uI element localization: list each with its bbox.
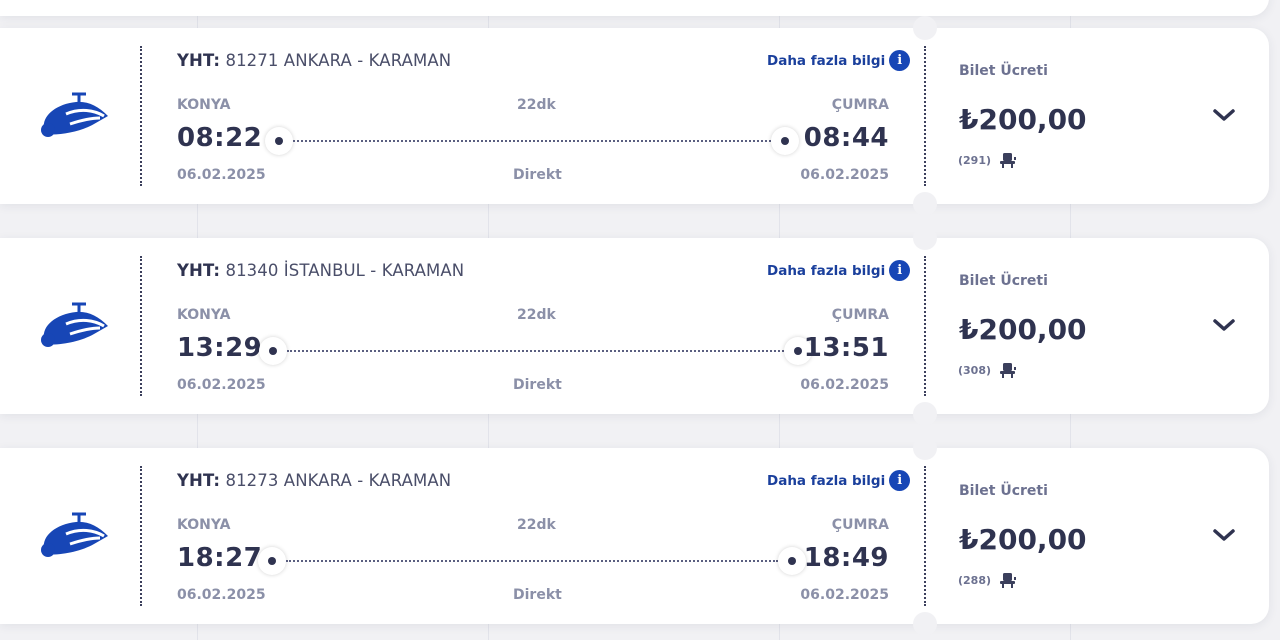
seat-icon <box>1000 153 1017 168</box>
departure-date: 06.02.2025 <box>177 377 266 393</box>
connection-type: Direkt <box>513 167 562 183</box>
trip-duration: 22dk <box>517 97 556 113</box>
high-speed-train-icon <box>41 92 108 137</box>
route-line <box>258 547 806 575</box>
connection-type: Direkt <box>513 587 562 603</box>
card-divider-right <box>924 256 926 396</box>
arrival-time: 13:51 <box>803 333 889 363</box>
trip-card[interactable]: YHT: 81273 ANKARA - KARAMAN Daha fazla b… <box>0 436 1269 636</box>
departure-station: KONYA <box>177 97 231 113</box>
trip-card[interactable]: YHT: 81271 ANKARA - KARAMAN Daha fazla b… <box>0 16 1269 216</box>
seat-count: (308) <box>958 363 992 377</box>
departure-stop-marker <box>259 337 287 365</box>
high-speed-train-icon <box>41 302 108 347</box>
trip-duration: 22dk <box>517 517 556 533</box>
ticket-notch <box>913 612 937 636</box>
chevron-down-icon[interactable] <box>1212 106 1236 124</box>
card-divider-right <box>924 466 926 606</box>
ticket-price: ₺200,00 <box>959 523 1087 556</box>
card-divider-right <box>924 46 926 186</box>
arrival-date: 06.02.2025 <box>800 587 889 603</box>
seat-count: (291) <box>958 153 992 167</box>
seat-icon <box>1000 573 1017 588</box>
arrival-date: 06.02.2025 <box>800 377 889 393</box>
arrival-station: ÇUMRA <box>831 97 889 113</box>
departure-date: 06.02.2025 <box>177 167 266 183</box>
arrival-time: 08:44 <box>803 123 889 153</box>
departure-time: 13:29 <box>177 333 263 363</box>
more-info-link[interactable]: Daha fazla bilgi i <box>767 50 911 71</box>
more-info-link[interactable]: Daha fazla bilgi i <box>767 260 911 281</box>
train-route-title: YHT: 81271 ANKARA - KARAMAN <box>177 51 452 70</box>
ticket-notch <box>913 16 937 40</box>
departure-station: KONYA <box>177 307 231 323</box>
previous-card-edge <box>0 0 1269 16</box>
departure-date: 06.02.2025 <box>177 587 266 603</box>
route-line <box>259 337 812 365</box>
info-icon[interactable]: i <box>889 50 911 71</box>
ticket-notch <box>913 436 937 460</box>
info-icon[interactable]: i <box>889 260 911 281</box>
high-speed-train-icon <box>41 512 108 557</box>
fare-label: Bilet Ücreti <box>959 63 1048 79</box>
ticket-price: ₺200,00 <box>959 313 1087 346</box>
arrival-time: 18:49 <box>803 543 889 573</box>
card-divider-left <box>140 466 142 606</box>
ticket-price: ₺200,00 <box>959 103 1087 136</box>
more-info-link[interactable]: Daha fazla bilgi i <box>767 470 911 491</box>
arrival-stop-marker <box>778 547 806 575</box>
fare-label: Bilet Ücreti <box>959 273 1048 289</box>
available-seats: (308) <box>958 362 1017 378</box>
connection-type: Direkt <box>513 377 562 393</box>
trip-duration: 22dk <box>517 307 556 323</box>
chevron-down-icon[interactable] <box>1212 316 1236 334</box>
arrival-date: 06.02.2025 <box>800 167 889 183</box>
arrival-stop-marker <box>771 127 799 155</box>
trip-card[interactable]: YHT: 81340 İSTANBUL - KARAMAN Daha fazla… <box>0 226 1269 426</box>
departure-station: KONYA <box>177 517 231 533</box>
train-route-title: YHT: 81340 İSTANBUL - KARAMAN <box>177 261 465 280</box>
info-icon[interactable]: i <box>889 470 911 491</box>
ticket-notch <box>913 192 937 216</box>
seat-count: (288) <box>958 573 992 587</box>
fare-label: Bilet Ücreti <box>959 483 1048 499</box>
card-divider-left <box>140 46 142 186</box>
card-divider-left <box>140 256 142 396</box>
departure-stop-marker <box>258 547 286 575</box>
route-line <box>265 127 799 155</box>
available-seats: (291) <box>958 152 1017 168</box>
chevron-down-icon[interactable] <box>1212 526 1236 544</box>
departure-stop-marker <box>265 127 293 155</box>
seat-icon <box>1000 363 1017 378</box>
ticket-notch <box>913 402 937 426</box>
train-route-title: YHT: 81273 ANKARA - KARAMAN <box>177 471 452 490</box>
departure-time: 08:22 <box>177 123 263 153</box>
arrival-station: ÇUMRA <box>831 307 889 323</box>
ticket-notch <box>913 226 937 250</box>
available-seats: (288) <box>958 572 1017 588</box>
departure-time: 18:27 <box>177 543 263 573</box>
arrival-station: ÇUMRA <box>831 517 889 533</box>
